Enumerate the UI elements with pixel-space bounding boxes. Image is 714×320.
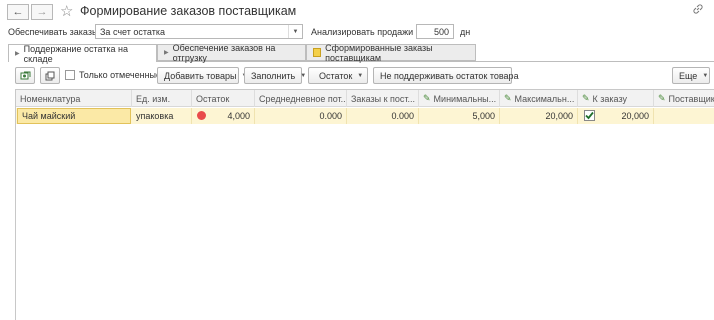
- col-header-to-order[interactable]: ✎ К заказу: [578, 90, 654, 107]
- copy-icon: [45, 71, 55, 80]
- col-header-supplier[interactable]: ✎ Поставщик: [654, 90, 714, 107]
- only-marked-label: Только отмеченные: [79, 70, 162, 80]
- tab-shipment-orders[interactable]: ▶ Обеспечение заказов на отгрузку: [157, 42, 306, 63]
- supply-label: Обеспечивать заказы:: [8, 27, 101, 37]
- remainder-label: Остаток: [319, 70, 353, 81]
- col-header-label: Максимальн...: [514, 93, 575, 104]
- document-icon: [313, 48, 322, 57]
- chevron-down-icon: ▼: [702, 72, 709, 79]
- col-header-label: К заказу: [592, 93, 627, 104]
- col-header-label: Поставщик: [668, 93, 714, 104]
- pencil-icon: ✎: [658, 93, 666, 103]
- only-marked-checkbox[interactable]: [65, 70, 75, 80]
- refresh-icon: [20, 71, 30, 79]
- check-icon: [585, 111, 594, 120]
- fill-button[interactable]: Заполнить ▼: [244, 67, 306, 84]
- analyze-unit: дн: [460, 27, 471, 37]
- back-button[interactable]: ←: [7, 4, 29, 20]
- cell-text: 20,000: [621, 111, 649, 121]
- not-maintain-button[interactable]: Не поддерживать остаток товара: [373, 67, 519, 84]
- cell-to-order[interactable]: 20,000: [578, 108, 654, 124]
- cell-text: Чай майский: [22, 111, 76, 121]
- cell-text: 4,000: [227, 111, 250, 121]
- cell-nomenclature[interactable]: Чай майский: [17, 108, 131, 124]
- cell-min[interactable]: 5,000: [419, 108, 500, 124]
- pencil-icon: ✎: [423, 93, 431, 103]
- cell-text: упаковка: [136, 111, 174, 121]
- copy-button[interactable]: [40, 67, 60, 84]
- table-row[interactable]: Чай майский упаковка 4,000 0.000 0.000 5…: [16, 108, 714, 124]
- forward-button[interactable]: →: [31, 4, 53, 20]
- col-header-max[interactable]: ✎ Максимальн...: [500, 90, 578, 107]
- chevron-down-icon: ▼: [357, 72, 364, 79]
- pencil-icon: ✎: [504, 93, 512, 103]
- stock-status-dot-icon: [197, 111, 206, 120]
- arrow-right-icon: →: [36, 6, 48, 18]
- add-goods-label: Добавить товары: [164, 70, 237, 81]
- cell-unit[interactable]: упаковка: [132, 108, 192, 124]
- col-header-orders[interactable]: Заказы к пост...: [347, 90, 419, 107]
- star-icon[interactable]: ☆: [60, 2, 73, 20]
- cell-text: 5,000: [472, 111, 495, 121]
- cell-orders[interactable]: 0.000: [347, 108, 419, 124]
- link-icon[interactable]: [692, 3, 704, 15]
- fill-label: Заполнить: [251, 70, 296, 81]
- analyze-label: Анализировать продажи за:: [311, 27, 428, 37]
- cell-supplier[interactable]: [654, 108, 714, 124]
- supply-select[interactable]: За счет остатка ▼: [95, 24, 303, 39]
- table-header: Номенклатура Ед. изм. Остаток Среднеднев…: [16, 90, 714, 107]
- table: Номенклатура Ед. изм. Остаток Среднеднев…: [15, 89, 714, 320]
- add-goods-button[interactable]: Добавить товары▼: [157, 67, 247, 84]
- col-header-nomenclature[interactable]: Номенклатура: [16, 90, 132, 107]
- col-header-label: Ед. изм.: [136, 93, 171, 104]
- cell-avg-consumption[interactable]: 0.000: [255, 108, 347, 124]
- chevron-down-icon: ▼: [300, 72, 307, 79]
- tab-label: Сформированные заказы поставщикам: [325, 42, 433, 63]
- col-header-label: Остаток: [196, 93, 230, 104]
- arrow-left-icon: ←: [12, 6, 24, 18]
- chevron-down-icon[interactable]: ▼: [288, 25, 302, 38]
- col-header-min[interactable]: ✎ Минимальны...: [419, 90, 500, 107]
- col-header-label: Среднедневное пот...: [259, 93, 347, 104]
- col-header-avg-consumption[interactable]: Среднедневное пот...: [255, 90, 347, 107]
- supply-value: За счет остатка: [100, 26, 165, 37]
- cell-text: 0.000: [319, 111, 342, 121]
- cell-text: 0.000: [391, 111, 414, 121]
- more-button[interactable]: Еще ▼: [672, 67, 710, 84]
- remainder-filter-button[interactable]: Остаток ▼: [308, 67, 368, 84]
- tab-arrow-icon: ▶: [164, 50, 169, 56]
- refresh-button[interactable]: [15, 67, 35, 84]
- tab-label: Поддержание остатка на складе: [23, 43, 129, 64]
- col-header-label: Номенклатура: [20, 93, 81, 104]
- cell-text: 20,000: [545, 111, 573, 121]
- col-header-unit[interactable]: Ед. изм.: [132, 90, 192, 107]
- tab-formed-orders[interactable]: Сформированные заказы поставщикам: [306, 42, 476, 63]
- analyze-days-input[interactable]: 500: [416, 24, 454, 39]
- pencil-icon: ✎: [582, 93, 590, 103]
- cell-stock[interactable]: 4,000: [192, 108, 255, 124]
- to-order-checkbox[interactable]: [584, 110, 595, 121]
- tab-arrow-icon: ▶: [15, 51, 20, 57]
- cell-max[interactable]: 20,000: [500, 108, 578, 124]
- col-header-label: Минимальны...: [433, 93, 497, 104]
- col-header-stock[interactable]: Остаток: [192, 90, 255, 107]
- page-title: Формирование заказов поставщикам: [80, 4, 297, 18]
- col-header-label: Заказы к пост...: [351, 93, 416, 104]
- tab-label: Обеспечение заказов на отгрузку: [172, 42, 276, 63]
- more-label: Еще: [679, 70, 698, 81]
- not-maintain-label: Не поддерживать остаток товара: [380, 70, 519, 81]
- tab-stock-maintenance[interactable]: ▶ Поддержание остатка на складе: [8, 43, 157, 64]
